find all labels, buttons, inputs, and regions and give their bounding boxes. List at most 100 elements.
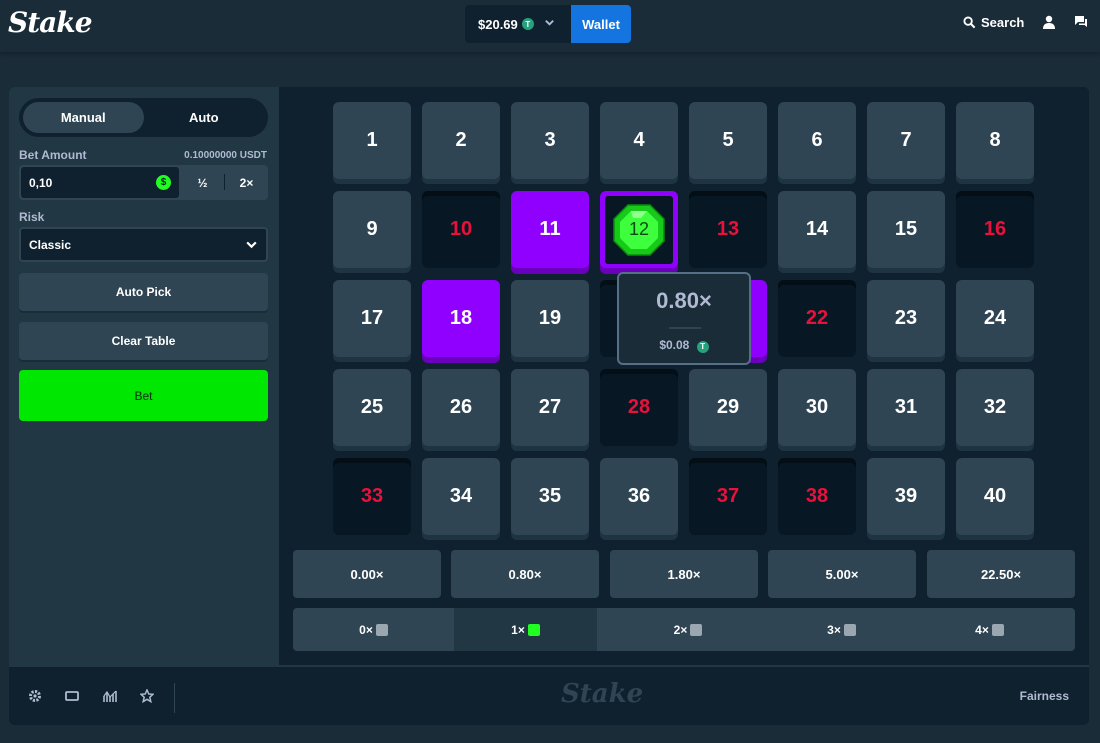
- keno-tile-29[interactable]: 29: [689, 369, 767, 446]
- keno-tile-37[interactable]: 37: [689, 458, 767, 535]
- keno-tile-40[interactable]: 40: [956, 458, 1034, 535]
- auto-pick-button[interactable]: Auto Pick: [19, 273, 268, 311]
- keno-tile-22[interactable]: 22: [778, 280, 856, 357]
- tile-number: 38: [805, 485, 829, 507]
- tile-number: 31: [894, 396, 918, 418]
- hits-row: 0× 1× 2× 3× 4×: [293, 608, 1075, 651]
- risk-select[interactable]: Classic: [19, 227, 268, 262]
- keno-tile-32[interactable]: 32: [956, 369, 1034, 446]
- bet-button[interactable]: Bet: [19, 370, 268, 421]
- tab-auto[interactable]: Auto: [144, 102, 265, 133]
- keno-tile-18[interactable]: 18: [422, 280, 500, 357]
- risk-value: Classic: [29, 237, 72, 252]
- tile-number: 32: [983, 396, 1007, 418]
- keno-tile-1[interactable]: 1: [333, 102, 411, 179]
- keno-tile-25[interactable]: 25: [333, 369, 411, 446]
- keno-tile-14[interactable]: 14: [778, 191, 856, 268]
- tile-number: 13: [716, 218, 740, 240]
- user-icon[interactable]: [1042, 15, 1056, 34]
- chat-icon[interactable]: [1074, 15, 1088, 34]
- keno-tile-13[interactable]: 13: [689, 191, 767, 268]
- keno-tile-19[interactable]: 19: [511, 280, 589, 357]
- fairness-link[interactable]: Fairness: [1020, 689, 1069, 703]
- tile-number: 19: [538, 307, 562, 329]
- keno-tile-12[interactable]: 12: [600, 191, 678, 268]
- balance-selector[interactable]: $20.69 T: [465, 5, 571, 43]
- keno-tile-7[interactable]: 7: [867, 102, 945, 179]
- search-button[interactable]: Search: [963, 15, 1024, 30]
- tile-number: 3: [544, 129, 556, 151]
- keno-tile-3[interactable]: 3: [511, 102, 589, 179]
- tile-number: 34: [449, 485, 473, 507]
- tile-number: 15: [894, 218, 918, 240]
- tile-number: 22: [805, 307, 829, 329]
- keno-tile-36[interactable]: 36: [600, 458, 678, 535]
- keno-tile-33[interactable]: 33: [333, 458, 411, 535]
- stake-logo[interactable]: Stake: [8, 6, 93, 39]
- tile-number: 27: [538, 396, 562, 418]
- tile-number: 8: [989, 129, 1001, 151]
- star-icon[interactable]: [140, 689, 154, 703]
- keno-tile-38[interactable]: 38: [778, 458, 856, 535]
- keno-tile-9[interactable]: 9: [333, 191, 411, 268]
- hit-count-3: 3×: [779, 608, 904, 651]
- keno-tile-30[interactable]: 30: [778, 369, 856, 446]
- keno-tile-6[interactable]: 6: [778, 102, 856, 179]
- keno-tile-17[interactable]: 17: [333, 280, 411, 357]
- risk-label: Risk: [19, 210, 45, 224]
- keno-tile-11[interactable]: 11: [511, 191, 589, 268]
- hit-count-2: 2×: [597, 608, 779, 651]
- tile-number: 4: [633, 129, 645, 151]
- bet-amount-group: 0,10 $ ½ 2×: [19, 165, 268, 200]
- keno-tile-2[interactable]: 2: [422, 102, 500, 179]
- tile-number: 29: [716, 396, 740, 418]
- keno-tile-8[interactable]: 8: [956, 102, 1034, 179]
- tile-icon: [843, 623, 856, 636]
- tile-number: 30: [805, 396, 829, 418]
- keno-tile-4[interactable]: 4: [600, 102, 678, 179]
- keno-tile-16[interactable]: 16: [956, 191, 1034, 268]
- gear-icon[interactable]: [28, 689, 42, 703]
- payout-multiplier: 5.00×: [768, 550, 916, 598]
- tile-number: 40: [983, 485, 1007, 507]
- keno-tile-28[interactable]: 28: [600, 369, 678, 446]
- tile-number: 14: [805, 218, 829, 240]
- keno-tile-35[interactable]: 35: [511, 458, 589, 535]
- tile-number: 7: [900, 129, 912, 151]
- tile-number: 12: [628, 219, 650, 239]
- tile-number: 18: [449, 307, 473, 329]
- usdt-coin-icon: T: [696, 340, 709, 353]
- tab-manual[interactable]: Manual: [23, 102, 144, 133]
- tile-icon: [375, 623, 388, 636]
- tile-number: 23: [894, 307, 918, 329]
- tile-number: 17: [360, 307, 384, 329]
- payout-multiplier: 0.80×: [451, 550, 599, 598]
- tile-icon: [991, 623, 1004, 636]
- keno-tile-31[interactable]: 31: [867, 369, 945, 446]
- half-button[interactable]: ½: [181, 165, 224, 200]
- wallet-button[interactable]: Wallet: [571, 5, 631, 43]
- keno-tile-34[interactable]: 34: [422, 458, 500, 535]
- search-label: Search: [981, 15, 1025, 30]
- balance-amount: $20.69: [478, 16, 518, 32]
- tile-number: 36: [627, 485, 651, 507]
- bet-amount-input[interactable]: 0,10 $: [21, 167, 179, 198]
- keno-tile-26[interactable]: 26: [422, 369, 500, 446]
- keno-tile-27[interactable]: 27: [511, 369, 589, 446]
- keno-tile-39[interactable]: 39: [867, 458, 945, 535]
- gem-icon: 12: [605, 195, 673, 264]
- keno-tile-24[interactable]: 24: [956, 280, 1034, 357]
- keno-tile-15[interactable]: 15: [867, 191, 945, 268]
- gem-icon: [527, 623, 540, 636]
- keno-tile-10[interactable]: 10: [422, 191, 500, 268]
- tile-number: 11: [539, 218, 561, 240]
- keno-tile-23[interactable]: 23: [867, 280, 945, 357]
- clear-table-button[interactable]: Clear Table: [19, 322, 268, 360]
- mode-tabs: Manual Auto: [19, 98, 268, 137]
- bet-amount-value: 0,10: [29, 175, 53, 190]
- keno-tile-5[interactable]: 5: [689, 102, 767, 179]
- chevron-down-icon: [245, 238, 258, 254]
- theatre-mode-icon[interactable]: [65, 689, 79, 703]
- double-button[interactable]: 2×: [225, 165, 268, 200]
- stats-icon[interactable]: [103, 689, 117, 703]
